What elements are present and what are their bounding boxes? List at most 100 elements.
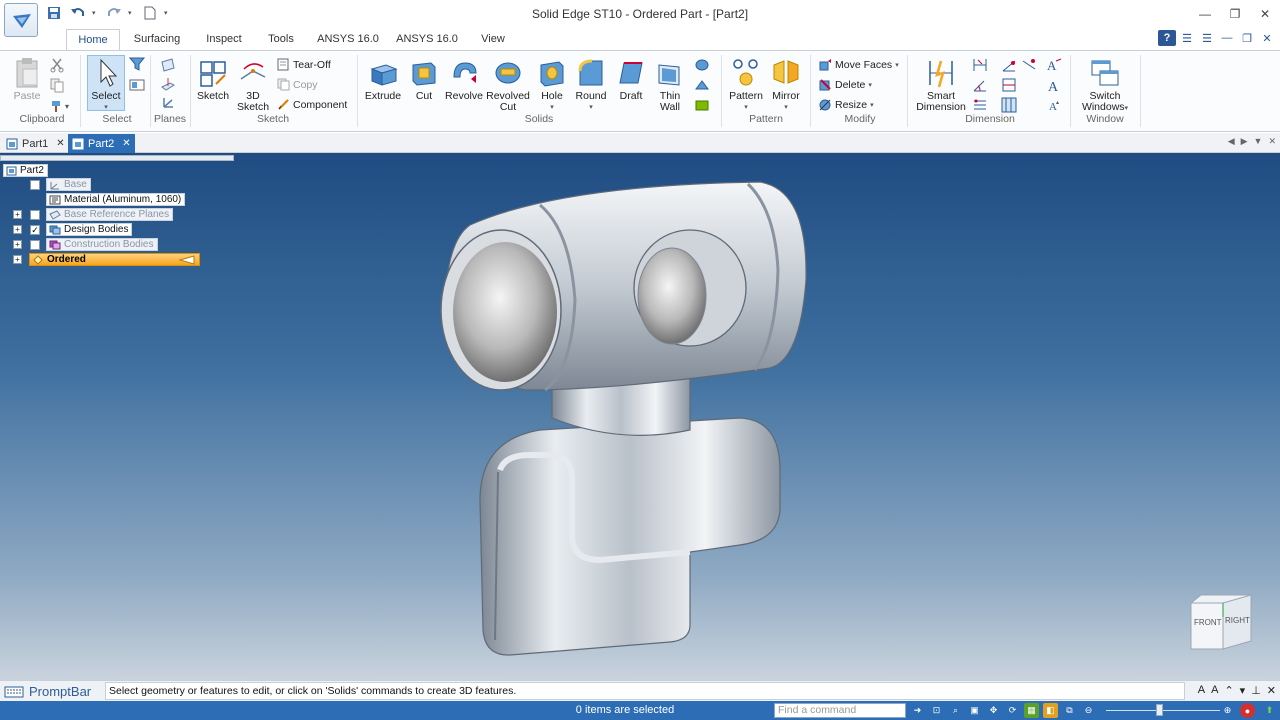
expand-icon[interactable]: +: [13, 210, 22, 219]
promptbar-title[interactable]: PromptBar: [4, 684, 91, 699]
update-icon[interactable]: ⬆: [1262, 703, 1277, 718]
command-arrow-icon[interactable]: ➜: [910, 703, 925, 718]
zoom-area-icon[interactable]: ⊡: [929, 703, 944, 718]
close-promptbar-icon[interactable]: ✕: [1267, 684, 1276, 697]
tree-node[interactable]: Design Bodies: [46, 223, 133, 236]
find-command-input[interactable]: Find a command: [774, 703, 906, 718]
close-tab-icon[interactable]: ✕: [56, 138, 64, 149]
pin-icon[interactable]: ⊥: [1251, 684, 1261, 697]
doc-close-icon[interactable]: ✕: [1258, 30, 1276, 46]
webcam-part-model[interactable]: [0, 153, 1280, 680]
round-button[interactable]: Round ▾: [572, 57, 610, 113]
expand-icon[interactable]: +: [13, 225, 22, 234]
text-profile-icon[interactable]: A: [1046, 77, 1062, 93]
rotate-icon[interactable]: ⟳: [1005, 703, 1020, 718]
redo-dropdown-icon[interactable]: ▾: [128, 9, 136, 17]
quickpick-icon[interactable]: [129, 77, 145, 93]
customize-qat-icon[interactable]: ▾: [164, 9, 172, 17]
cut-scissors-icon[interactable]: [49, 57, 65, 73]
close-icon[interactable]: ✕: [1250, 0, 1280, 28]
coordinate-system-icon[interactable]: [160, 95, 176, 111]
undo-icon[interactable]: [68, 4, 88, 22]
text-small-icon[interactable]: A ▴: [1046, 97, 1062, 113]
new-icon[interactable]: [140, 4, 160, 22]
visibility-checkbox[interactable]: [30, 239, 40, 250]
align-right-icon[interactable]: ☰: [1198, 30, 1216, 46]
restore-icon[interactable]: ❐: [1220, 0, 1250, 28]
format-painter-icon[interactable]: ▾: [49, 97, 75, 113]
copy-sketch-button[interactable]: Copy: [277, 78, 318, 91]
close-all-tabs-icon[interactable]: ✕: [1268, 136, 1276, 147]
help-icon[interactable]: ?: [1158, 30, 1176, 46]
coordinate-dimension-icon[interactable]: [972, 97, 988, 113]
zoom-slider-thumb[interactable]: [1156, 704, 1163, 716]
draft-button[interactable]: Draft: [612, 57, 650, 102]
tab-tools[interactable]: Tools: [261, 29, 301, 50]
tab-ansys-1[interactable]: ANSYS 16.0: [313, 29, 383, 50]
relationship-icon[interactable]: [1021, 57, 1037, 73]
save-icon[interactable]: [44, 4, 64, 22]
move-faces-button[interactable]: Move Faces ▾: [818, 58, 899, 72]
doc-tab-part1[interactable]: Part1 ✕: [2, 134, 69, 153]
dimension-grid-icon[interactable]: [1001, 97, 1017, 113]
revolve-button[interactable]: Revolve: [443, 57, 485, 102]
visibility-checkbox[interactable]: ✓: [30, 224, 40, 235]
tree-node[interactable]: Construction Bodies: [46, 238, 158, 251]
tree-node[interactable]: Material (Aluminum, 1060): [46, 193, 186, 206]
sketch-button[interactable]: Sketch: [196, 57, 230, 102]
mirror-button[interactable]: Mirror ▾: [766, 57, 806, 113]
component-button[interactable]: Component: [277, 98, 347, 111]
annotation-icon[interactable]: A: [1046, 57, 1062, 73]
tree-node[interactable]: Part2: [3, 164, 48, 177]
zoom-in-icon[interactable]: ⊕: [1220, 703, 1235, 718]
scroll-left-icon[interactable]: ◀: [1228, 136, 1235, 147]
font-size-icon[interactable]: A: [1198, 684, 1205, 697]
graphics-viewport[interactable]: Part2 Base Material (Aluminum, 1060) + B…: [0, 153, 1280, 680]
distance-between-icon[interactable]: [972, 57, 988, 73]
thread-icon[interactable]: [694, 57, 710, 73]
rollback-marker-icon[interactable]: [178, 254, 196, 265]
add-body-icon[interactable]: [694, 97, 710, 113]
align-left-icon[interactable]: ☰: [1178, 30, 1196, 46]
angle-between-icon[interactable]: [972, 77, 988, 93]
undo-dropdown-icon[interactable]: ▾: [92, 9, 100, 17]
cut-button[interactable]: Cut: [406, 57, 442, 102]
close-tab-icon[interactable]: ✕: [122, 138, 130, 149]
angular-coordinate-icon[interactable]: [1001, 57, 1017, 73]
expand-icon[interactable]: +: [13, 240, 22, 249]
font-size-small-icon[interactable]: A: [1211, 684, 1218, 697]
tree-node[interactable]: Ordered: [29, 253, 200, 266]
sketch-view-icon[interactable]: ▦: [1024, 703, 1039, 718]
shading-icon[interactable]: ◧: [1043, 703, 1058, 718]
dropdown-icon[interactable]: ▾: [1240, 684, 1246, 697]
rib-icon[interactable]: [694, 77, 710, 93]
scroll-right-icon[interactable]: ▶: [1241, 136, 1248, 147]
redo-icon[interactable]: [104, 4, 124, 22]
resize-button[interactable]: Resize ▾: [818, 98, 874, 112]
record-icon[interactable]: ●: [1240, 703, 1255, 718]
visibility-checkbox[interactable]: [30, 209, 40, 220]
tab-inspect[interactable]: Inspect: [198, 29, 250, 50]
view-orientation-icon[interactable]: ⧉: [1062, 703, 1077, 718]
doc-tab-part2[interactable]: Part2 ✕: [68, 134, 135, 153]
plane-normal-icon[interactable]: [160, 77, 176, 93]
tree-node[interactable]: Base Reference Planes: [46, 208, 174, 221]
tab-ansys-2[interactable]: ANSYS 16.0: [392, 29, 462, 50]
view-cube[interactable]: FRONT RIGHT: [1187, 593, 1253, 651]
symmetric-diameter-icon[interactable]: [1001, 77, 1017, 93]
tab-view[interactable]: View: [474, 29, 512, 50]
visibility-checkbox[interactable]: [30, 179, 40, 190]
doc-minimize-icon[interactable]: —: [1218, 30, 1236, 46]
fit-icon[interactable]: ▣: [967, 703, 982, 718]
3d-sketch-button[interactable]: 3D Sketch: [236, 57, 270, 113]
copy-icon[interactable]: [49, 77, 65, 93]
paste-button[interactable]: Paste: [12, 57, 42, 102]
minimize-icon[interactable]: —: [1190, 0, 1220, 28]
tab-surfacing[interactable]: Surfacing: [127, 29, 187, 50]
zoom-icon[interactable]: ⌕: [948, 703, 963, 718]
select-button[interactable]: Select ▾: [89, 57, 123, 113]
tab-home[interactable]: Home: [66, 29, 120, 50]
delete-button[interactable]: Delete ▾: [818, 78, 872, 92]
thin-wall-button[interactable]: Thin Wall: [652, 57, 688, 113]
smart-dimension-button[interactable]: Smart Dimension: [913, 57, 969, 113]
